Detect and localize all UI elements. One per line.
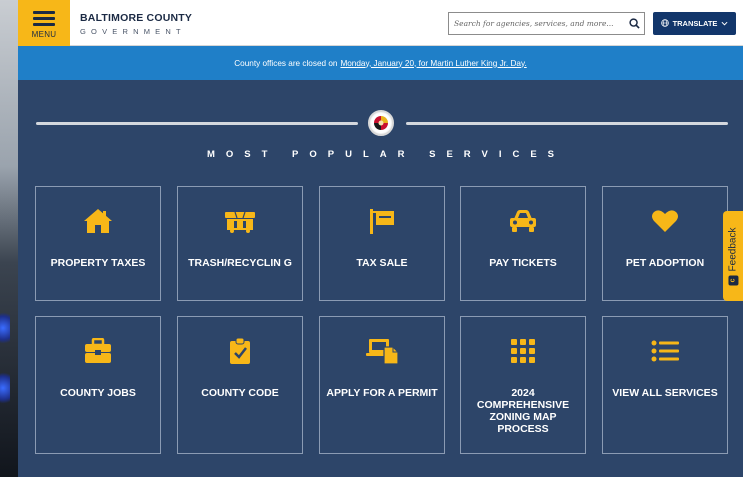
hamburger-icon [33,8,55,29]
section-title: MOST POPULAR SERVICES [206,149,566,160]
divider-right [406,122,728,125]
service-tile-label: PROPERTY TAXES [50,257,146,269]
service-tile-label: 2024 COMPREHENSIVE ZONING MAP PROCESS [476,387,570,435]
menu-label: MENU [31,29,57,39]
service-tile-property-taxes[interactable]: PROPERTY TAXES [35,186,161,301]
service-tile-county-code[interactable]: COUNTY CODE [177,316,303,454]
service-tile-apply-permit[interactable]: APPLY FOR A PERMIT [319,316,445,454]
laptop-document-icon [365,337,399,365]
dumpster-icon [224,207,256,235]
service-tile-label: COUNTY JOBS [60,387,136,399]
service-tile-county-jobs[interactable]: COUNTY JOBS [35,316,161,454]
service-tile-pay-tickets[interactable]: PAY TICKETS [460,186,586,301]
service-tile-label: VIEW ALL SERVICES [612,387,718,399]
clipboard-check-icon [229,337,251,365]
service-tile-label: TRASH/RECYCLIN G [188,257,292,269]
alert-link[interactable]: Monday, January 20, for Martin Luther Ki… [340,59,526,68]
house-icon [83,207,113,235]
service-tile-label: PAY TICKETS [489,257,557,269]
alert-text: County offices are closed on [234,58,338,68]
service-tile-tax-sale[interactable]: TAX SALE [319,186,445,301]
service-tile-zoning-map[interactable]: 2024 COMPREHENSIVE ZONING MAP PROCESS [460,316,586,454]
list-icon [651,337,679,365]
chevron-down-icon [721,19,728,28]
photo-light [0,370,10,406]
heart-icon [651,207,679,235]
brand-logo[interactable]: BALTIMORE COUNTY GOVERNMENT [80,12,192,36]
service-tile-label: TAX SALE [356,257,408,269]
grid-icon [511,337,535,365]
globe-icon [660,18,669,29]
popular-services-section: MOST POPULAR SERVICES PROPERTY TAXES TRA… [18,80,743,477]
divider-left [36,122,358,125]
search-input[interactable] [449,13,624,34]
service-tile-view-all[interactable]: VIEW ALL SERVICES [602,316,728,454]
service-tile-label: COUNTY CODE [201,387,279,399]
briefcase-icon [84,337,112,365]
translate-button[interactable]: TRANSLATE [653,12,736,35]
brand-name: BALTIMORE COUNTY [80,12,193,24]
county-seal-icon [368,110,394,136]
service-tile-label: APPLY FOR A PERMIT [326,387,438,399]
service-tile-pet-adoption[interactable]: PET ADOPTION [602,186,728,301]
sign-icon [368,207,396,235]
menu-button[interactable]: MENU [18,0,70,46]
site-header: MENU BALTIMORE COUNTY GOVERNMENT TRANSLA… [18,0,743,46]
search-box [448,12,645,35]
service-tile-label: PET ADOPTION [625,257,705,269]
translate-label: TRANSLATE [672,19,718,28]
feedback-label: Feedback [727,227,739,271]
car-icon [508,207,538,235]
alert-banner: County offices are closed on Monday, Jan… [18,46,743,80]
feedback-tab[interactable]: c Feedback [723,211,743,301]
photo-light [0,310,10,346]
service-tile-trash-recycling[interactable]: TRASH/RECYCLIN G [177,186,303,301]
brand-subtitle: GOVERNMENT [80,27,186,36]
background-photo [0,0,18,477]
feedback-badge-icon: c [728,274,739,285]
search-icon[interactable] [624,13,644,34]
